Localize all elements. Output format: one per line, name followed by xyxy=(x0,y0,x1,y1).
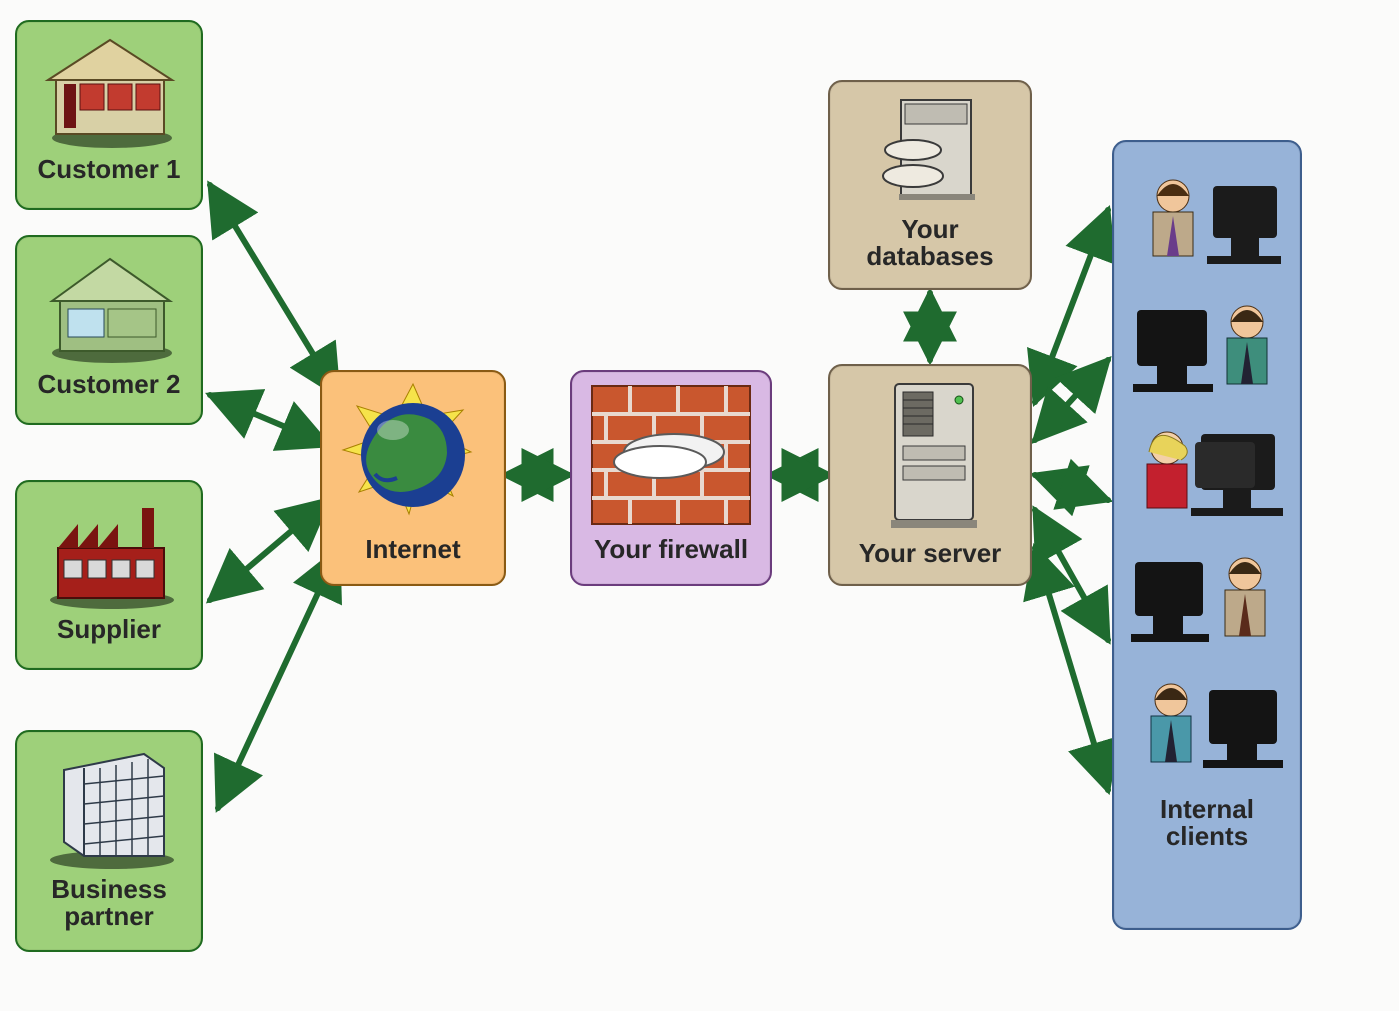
node-internal-clients-label: Internal clients xyxy=(1120,796,1294,851)
edge-server-client4 xyxy=(1035,510,1108,640)
client-row-4 xyxy=(1120,540,1294,660)
node-databases-label: Your databases xyxy=(836,216,1024,271)
node-internet: Internet xyxy=(320,370,506,586)
person-at-computer-icon xyxy=(1127,540,1287,660)
node-customer1-label: Customer 1 xyxy=(23,156,195,183)
node-customer2-label: Customer 2 xyxy=(23,371,195,398)
node-business-partner: Business partner xyxy=(15,730,203,952)
server-tower-icon xyxy=(836,374,1024,534)
office-building-icon xyxy=(23,740,195,870)
edge-customer2-internet xyxy=(210,395,328,445)
edge-server-client5 xyxy=(1035,548,1108,790)
node-customer2: Customer 2 xyxy=(15,235,203,425)
edge-bizpartner-internet xyxy=(218,550,338,808)
node-firewall-label: Your firewall xyxy=(578,536,764,563)
globe-icon xyxy=(328,380,498,530)
internal-clients-icons xyxy=(1120,162,1294,786)
person-at-computer-icon xyxy=(1127,414,1287,534)
node-supplier: Supplier xyxy=(15,480,203,670)
network-topology-diagram: { "nodes": { "customer1": { "label": "Cu… xyxy=(0,0,1399,1011)
database-storage-icon xyxy=(836,90,1024,210)
person-at-computer-icon xyxy=(1127,666,1287,786)
node-business-partner-label: Business partner xyxy=(23,876,195,931)
client-row-3 xyxy=(1120,414,1294,534)
edge-server-client3 xyxy=(1035,475,1108,500)
node-databases: Your databases xyxy=(828,80,1032,290)
warehouse-building-icon xyxy=(23,245,195,365)
node-internet-label: Internet xyxy=(328,536,498,563)
person-at-computer-icon xyxy=(1127,162,1287,282)
client-row-1 xyxy=(1120,162,1294,282)
client-row-5 xyxy=(1120,666,1294,786)
edge-server-client2 xyxy=(1035,360,1108,440)
client-row-2 xyxy=(1120,288,1294,408)
edge-customer1-internet xyxy=(210,185,338,395)
node-server: Your server xyxy=(828,364,1032,586)
node-customer1: Customer 1 xyxy=(15,20,203,210)
edge-supplier-internet xyxy=(210,500,328,600)
node-supplier-label: Supplier xyxy=(23,616,195,643)
person-at-computer-icon xyxy=(1127,288,1287,408)
store-building-icon xyxy=(23,30,195,150)
firewall-brick-icon xyxy=(578,380,764,530)
node-server-label: Your server xyxy=(836,540,1024,567)
edge-server-client1 xyxy=(1035,210,1108,402)
factory-building-icon xyxy=(23,490,195,610)
node-internal-clients: Internal clients xyxy=(1112,140,1302,930)
node-firewall: Your firewall xyxy=(570,370,772,586)
